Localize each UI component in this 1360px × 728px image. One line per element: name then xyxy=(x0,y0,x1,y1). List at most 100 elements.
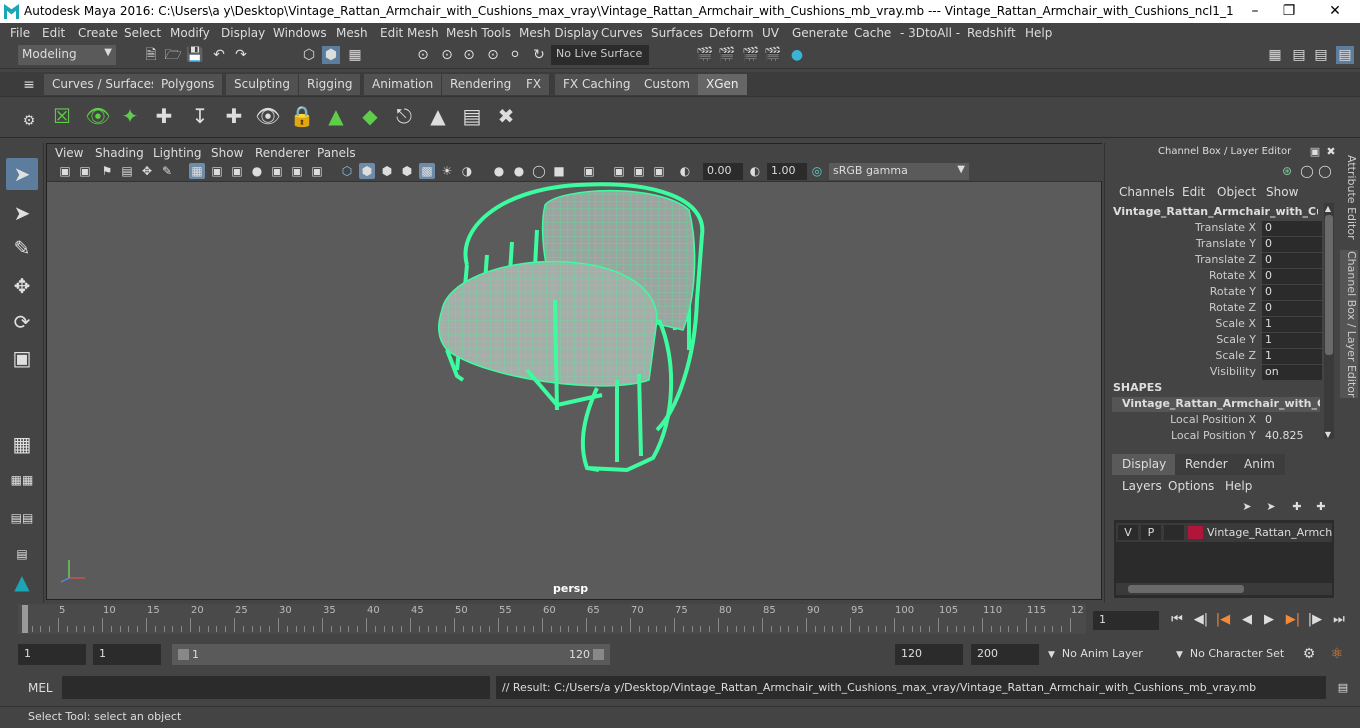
channel-menu-show[interactable]: Show xyxy=(1266,185,1298,199)
single-perspective-layout-icon[interactable]: ▦ xyxy=(6,428,38,460)
redo-icon[interactable]: ↷ xyxy=(232,46,250,64)
make-live-icon[interactable]: ⚪ xyxy=(506,46,524,64)
range-slider-start-handle[interactable] xyxy=(178,649,189,660)
menu-create[interactable]: Create xyxy=(78,26,118,40)
gamma-icon[interactable]: ◐ xyxy=(747,163,763,179)
shelf-tab-curves-surfaces[interactable]: Curves / Surfaces xyxy=(44,74,167,95)
viewport-menu-shading[interactable]: Shading xyxy=(95,146,144,160)
snap-grid-icon[interactable]: ⊙ xyxy=(414,46,432,64)
scroll-down-icon[interactable]: ▼ xyxy=(1320,426,1336,444)
layer-menu-options[interactable]: Options xyxy=(1168,479,1214,493)
image-plane-icon[interactable]: ▤ xyxy=(119,163,135,179)
multisample-aa-icon[interactable]: ◯ xyxy=(531,163,547,179)
viewport-menu-view[interactable]: View xyxy=(55,146,83,160)
color-management-icon[interactable]: ◎ xyxy=(809,163,825,179)
menu-mesh[interactable]: Mesh xyxy=(336,26,368,40)
menu-edit[interactable]: Edit xyxy=(42,26,65,40)
auto-key-icon[interactable]: ⚙ xyxy=(1300,645,1318,663)
attribute-value[interactable]: on xyxy=(1262,365,1322,380)
script-editor-icon[interactable]: ▤ xyxy=(1334,679,1352,697)
attribute-label[interactable]: Translate Z xyxy=(1195,253,1256,266)
xgen-place-icon[interactable]: ↧ xyxy=(186,101,214,131)
gamma-field[interactable]: 1.00 xyxy=(767,163,807,180)
channel-menu-object[interactable]: Object xyxy=(1217,185,1256,199)
layer-tab-render[interactable]: Render xyxy=(1175,454,1238,475)
live-surface-field[interactable]: No Live Surface xyxy=(551,45,649,65)
new-scene-icon[interactable]: 🗎 xyxy=(142,46,160,64)
screen-space-ao-icon[interactable]: ● xyxy=(491,163,507,179)
attribute-value[interactable]: 1 xyxy=(1262,317,1322,332)
resolution-gate-icon[interactable]: ▣ xyxy=(229,163,245,179)
motion-blur-icon[interactable]: ● xyxy=(511,163,527,179)
layer-playback-toggle[interactable]: P xyxy=(1141,525,1161,540)
menu-edit-mesh[interactable]: Edit Mesh xyxy=(380,26,439,40)
go-to-start-icon[interactable]: ⏮ xyxy=(1168,611,1186,629)
xray-active-icon[interactable]: ▣ xyxy=(631,163,647,179)
selected-object-name[interactable]: Vintage_Rattan_Armchair_with_Cushi... xyxy=(1113,205,1318,218)
shelf-menu-icon[interactable]: ≡ xyxy=(20,76,38,94)
maximize-button[interactable]: ❐ xyxy=(1272,2,1306,20)
attribute-label[interactable]: Scale Y xyxy=(1216,333,1256,346)
backface-culling-icon[interactable]: ▣ xyxy=(651,163,667,179)
layer-visibility-toggle[interactable]: V xyxy=(1118,525,1138,540)
field-chart-icon[interactable]: ▣ xyxy=(269,163,285,179)
attribute-label[interactable]: Translate X xyxy=(1195,221,1256,234)
film-gate-icon[interactable]: ▣ xyxy=(209,163,225,179)
go-to-end-icon[interactable]: ⏭ xyxy=(1330,611,1348,629)
move-layer-up-icon[interactable]: ➤ xyxy=(1238,498,1256,516)
layer-tab-display[interactable]: Display xyxy=(1112,454,1177,475)
menu-curves[interactable]: Curves xyxy=(601,26,643,40)
camera-attributes-icon[interactable]: ▣ xyxy=(77,163,93,179)
step-forward-frame-icon[interactable]: |▶ xyxy=(1306,611,1324,629)
attribute-label[interactable]: Visibility xyxy=(1210,365,1256,378)
current-time-indicator[interactable] xyxy=(22,605,28,633)
wireframe-on-shaded-icon[interactable]: ⬢ xyxy=(379,163,395,179)
layer-color-swatch[interactable] xyxy=(1188,526,1203,539)
ipr-render-icon[interactable]: 🎬 xyxy=(742,46,760,64)
xgen-comb-icon[interactable]: ▤ xyxy=(458,101,486,131)
open-scene-icon[interactable]: 🗁 xyxy=(164,46,182,64)
xgen-delete-icon[interactable]: ✖ xyxy=(492,101,520,131)
playback-start-field[interactable]: 1 xyxy=(93,644,161,665)
layer-menu-help[interactable]: Help xyxy=(1225,479,1252,493)
attribute-value[interactable]: 0 xyxy=(1262,237,1322,252)
toggle-channel-box-icon[interactable]: ▤ xyxy=(1336,46,1354,64)
menu-3dtoall[interactable]: - 3DtoAll - xyxy=(900,26,960,40)
shape-node-name[interactable]: Vintage_Rattan_Armchair_with_Cus... xyxy=(1112,397,1320,412)
attribute-label[interactable]: Rotate Z xyxy=(1209,301,1256,314)
snap-point-icon[interactable]: ⊙ xyxy=(460,46,478,64)
menu-mesh-tools[interactable]: Mesh Tools xyxy=(446,26,511,40)
current-frame-field[interactable]: 1 xyxy=(1093,611,1159,630)
mode-selector[interactable]: Modeling ▼ xyxy=(18,45,116,65)
xgen-lock-icon[interactable]: 🔒 xyxy=(288,101,316,131)
xgen-add-icon[interactable]: ✚ xyxy=(220,101,248,131)
bookmark-icon[interactable]: ⚑ xyxy=(99,163,115,179)
select-tool-icon[interactable]: ➤ xyxy=(6,158,38,190)
attribute-value[interactable]: 0 xyxy=(1262,301,1322,316)
smooth-shade-icon[interactable]: ⬢ xyxy=(359,163,375,179)
depth-of-field-icon[interactable]: ■ xyxy=(551,163,567,179)
menu-select[interactable]: Select xyxy=(124,26,161,40)
step-back-frame-icon[interactable]: ◀| xyxy=(1192,611,1210,629)
shelf-settings-icon[interactable]: ⚙ xyxy=(20,112,38,130)
xgen-layers-icon[interactable]: ◆ xyxy=(356,101,384,131)
xgen-grass-icon[interactable]: ▲ xyxy=(322,101,350,131)
xgen-editor-icon[interactable]: ☒ xyxy=(48,101,76,131)
xgen-preview-icon[interactable]: 👁 xyxy=(84,101,112,131)
snap-curve-icon[interactable]: ⊙ xyxy=(438,46,456,64)
shelf-tab-polygons[interactable]: Polygons xyxy=(153,74,224,95)
attribute-label[interactable]: Scale Z xyxy=(1215,349,1256,362)
2d-pan-zoom-icon[interactable]: ✥ xyxy=(139,163,155,179)
attribute-value[interactable]: 1 xyxy=(1262,333,1322,348)
sync-icon[interactable]: ◯ xyxy=(1298,162,1316,180)
xgen-groom-icon[interactable]: ⎋ xyxy=(390,101,418,131)
menu-modify[interactable]: Modify xyxy=(170,26,210,40)
attribute-label[interactable]: Rotate Y xyxy=(1210,285,1256,298)
safe-action-icon[interactable]: ▣ xyxy=(289,163,305,179)
rotate-tool-icon[interactable]: ⟳ xyxy=(6,306,38,338)
viewport-menu-show[interactable]: Show xyxy=(211,146,243,160)
shelf-tab-custom[interactable]: Custom xyxy=(636,74,699,95)
exposure-field[interactable]: 0.00 xyxy=(703,163,743,180)
safe-title-icon[interactable]: ▣ xyxy=(309,163,325,179)
armchair-model[interactable] xyxy=(427,180,717,480)
